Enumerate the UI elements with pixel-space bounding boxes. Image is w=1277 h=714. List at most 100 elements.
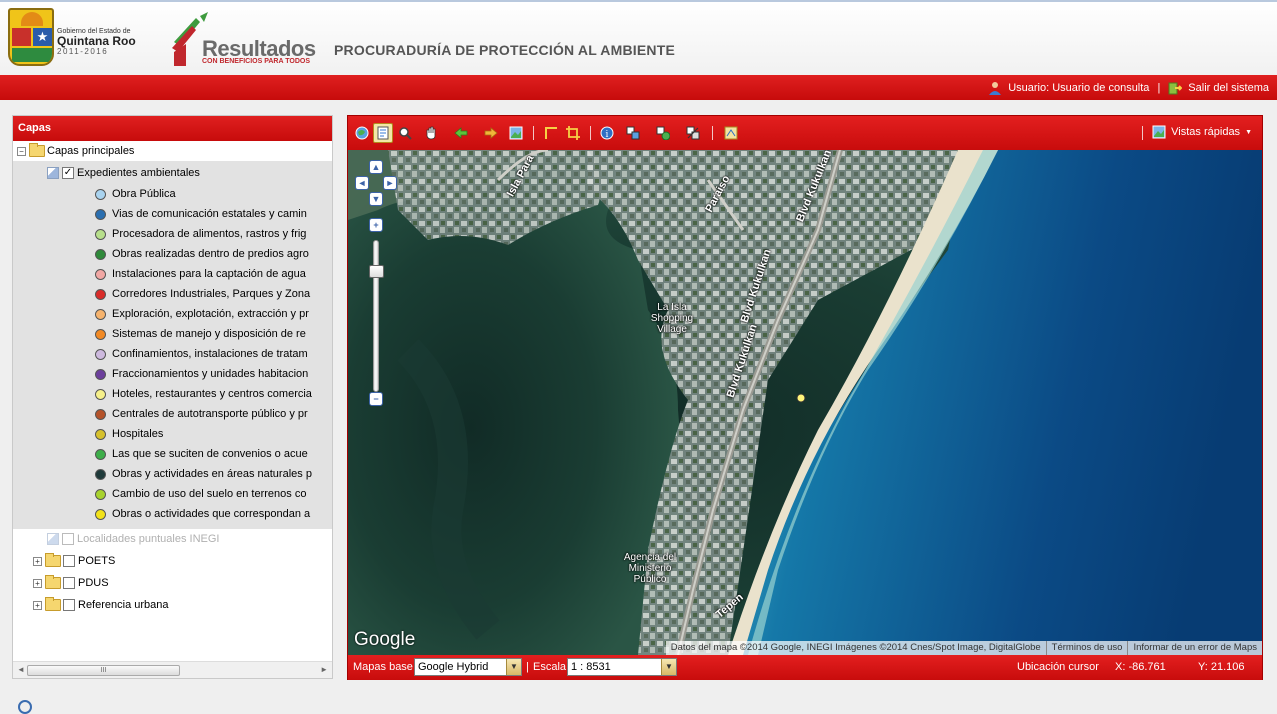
pan-down-icon[interactable]: ▼ xyxy=(369,192,383,206)
brand-subtitle: CON BENEFICIOS PARA TODOS xyxy=(202,58,310,65)
zoom-minus-icon[interactable]: − xyxy=(369,392,383,406)
legend-item: Cambio de uso del suelo en terrenos co xyxy=(95,484,306,504)
expand-toggle[interactable]: + xyxy=(33,556,42,566)
legend-symbol-icon xyxy=(95,408,106,420)
select-features-icon[interactable] xyxy=(623,123,643,143)
map-attribution: Datos del mapa ©2014 Google, INEGI Imáge… xyxy=(665,641,1262,655)
collapse-toggle[interactable]: − xyxy=(17,146,26,156)
report-error-link[interactable]: Informar de un error de Maps xyxy=(1127,641,1262,655)
scale-value: 1 : 8531 xyxy=(571,661,611,673)
satellite-imagery xyxy=(348,150,1262,655)
legend-symbol-icon xyxy=(95,388,106,400)
legend-item: Obra Pública xyxy=(95,184,176,204)
tree-node-localidades[interactable]: Localidades puntuales INEGI xyxy=(47,529,219,549)
legend-item: Obras y actividades en áreas naturales p xyxy=(95,464,312,484)
base-map-label: Mapas base xyxy=(353,661,413,673)
chevron-down-icon[interactable]: ▼ xyxy=(506,659,521,675)
legend-item-label: Procesadora de alimentos, rastros y frig xyxy=(112,228,307,240)
legend-symbol-icon xyxy=(95,248,106,260)
select-tool-icon[interactable] xyxy=(373,123,393,143)
measure-line-icon[interactable] xyxy=(541,123,561,143)
legend-item-label: Instalaciones para la captación de agua xyxy=(112,268,306,280)
scale-select[interactable]: 1 : 8531 ▼ xyxy=(567,658,677,676)
legend-item-label: Hoteles, restaurantes y centros comercia xyxy=(112,388,312,400)
layer-checkbox[interactable]: ✓ xyxy=(62,167,74,179)
map-panel: i Vistas rápidas ▼ Isla Para Paraiso Blv… xyxy=(347,115,1263,680)
toolbar-separator xyxy=(590,126,591,140)
layer-checkbox[interactable] xyxy=(62,533,74,545)
full-extent-icon[interactable] xyxy=(352,123,372,143)
terms-link[interactable]: Términos de uso xyxy=(1045,641,1128,655)
back-arrow-icon[interactable] xyxy=(451,123,471,143)
measure-area-icon[interactable] xyxy=(563,123,583,143)
clear-selection-icon[interactable] xyxy=(683,123,703,143)
logout-link[interactable]: Salir del sistema xyxy=(1188,82,1269,94)
chevron-down-icon[interactable]: ▼ xyxy=(661,659,676,675)
horizontal-scrollbar[interactable]: ◄ III ► xyxy=(13,661,332,678)
legend-item: Hospitales xyxy=(95,424,163,444)
legend-item-label: Obras o actividades que correspondan a xyxy=(112,508,311,520)
user-bar: Usuario: Usuario de consulta | Salir del… xyxy=(0,75,1277,100)
tree-node-label: Referencia urbana xyxy=(78,599,169,611)
legend-symbol-icon xyxy=(95,288,106,300)
tree-node-expedientes[interactable]: ✓ Expedientes ambientales xyxy=(47,163,200,183)
expedientes-group: ✓ Expedientes ambientales Obra Pública Vi… xyxy=(13,161,332,529)
gov-line-3: 2011-2016 xyxy=(57,47,109,56)
pan-up-icon[interactable]: ▲ xyxy=(369,160,383,174)
tree-node-label: Localidades puntuales INEGI xyxy=(77,533,220,545)
legend-item: Las que se suciten de convenios o acue xyxy=(95,444,308,464)
scroll-thumb[interactable]: III xyxy=(27,665,180,676)
scroll-left-icon[interactable]: ◄ xyxy=(17,665,25,674)
legend-item: Obras o actividades que correspondan a xyxy=(95,504,310,524)
legend-symbol-icon xyxy=(95,428,106,440)
government-name: Gobierno del Estado de Quintana Roo 2011… xyxy=(57,28,147,56)
print-map-icon[interactable] xyxy=(721,123,741,143)
legend-symbol-icon xyxy=(95,348,106,360)
base-map-select[interactable]: Google Hybrid ▼ xyxy=(414,658,522,676)
info-icon[interactable]: i xyxy=(597,123,617,143)
pan-hand-icon[interactable] xyxy=(421,123,441,143)
toolbar-separator xyxy=(1142,126,1143,140)
gov-line-2: Quintana Roo xyxy=(57,34,136,48)
exit-icon[interactable] xyxy=(1168,81,1183,95)
expand-toggle[interactable]: + xyxy=(33,600,42,610)
status-indicator-icon xyxy=(18,700,32,714)
zoom-slider-thumb[interactable] xyxy=(369,265,384,278)
legend-symbol-icon xyxy=(95,468,106,480)
pan-left-icon[interactable]: ◄ xyxy=(355,176,369,190)
quick-views-menu[interactable]: Vistas rápidas ▼ xyxy=(1152,125,1252,139)
zoom-slider-track[interactable] xyxy=(373,240,379,392)
legend-item-label: Obra Pública xyxy=(112,188,176,200)
map-label-shopping: La Isla Shopping Village xyxy=(650,302,694,335)
add-features-icon[interactable] xyxy=(653,123,673,143)
map-canvas[interactable]: Isla Para Paraiso Blvd Kukulkan Blvd Kuk… xyxy=(348,150,1262,655)
legend-symbol-icon xyxy=(95,328,106,340)
cursor-y-value: Y: 21.106 xyxy=(1198,661,1245,673)
scroll-right-icon[interactable]: ► xyxy=(320,665,328,674)
legend-item-label: Hospitales xyxy=(112,428,164,440)
legend-item: Instalaciones para la captación de agua xyxy=(95,264,306,284)
tree-node-poets[interactable]: + POETS xyxy=(33,551,115,571)
layer-checkbox[interactable] xyxy=(63,599,75,611)
layer-checkbox[interactable] xyxy=(63,577,75,589)
legend-item-label: Obras realizadas dentro de predios agro xyxy=(112,248,309,260)
legend-item: Procesadora de alimentos, rastros y frig xyxy=(95,224,306,244)
quick-views-icon xyxy=(1152,125,1166,139)
tree-node-pdus[interactable]: + PDUS xyxy=(33,573,109,593)
map-image-icon[interactable] xyxy=(506,123,526,143)
forward-arrow-icon[interactable] xyxy=(481,123,501,143)
pan-right-icon[interactable]: ► xyxy=(383,176,397,190)
zoom-in-tool-icon[interactable] xyxy=(395,123,415,143)
expand-toggle[interactable]: + xyxy=(33,578,42,588)
user-label: Usuario: Usuario de consulta xyxy=(1008,82,1150,94)
government-shield-logo: ★ xyxy=(8,8,54,66)
tree-node-capas-principales[interactable]: − Capas principales xyxy=(17,141,134,161)
layer-checkbox[interactable] xyxy=(63,555,75,567)
tree-node-referencia-urbana[interactable]: + Referencia urbana xyxy=(33,595,169,615)
legend-item: Obras realizadas dentro de predios agro xyxy=(95,244,309,264)
scale-label: Escala xyxy=(533,661,567,673)
zoom-plus-icon[interactable]: + xyxy=(369,218,383,232)
legend-item-label: Cambio de uso del suelo en terrenos co xyxy=(112,488,307,500)
layers-panel: Capas − Capas principales ✓ Expedientes … xyxy=(12,115,333,679)
toolbar-separator xyxy=(712,126,713,140)
